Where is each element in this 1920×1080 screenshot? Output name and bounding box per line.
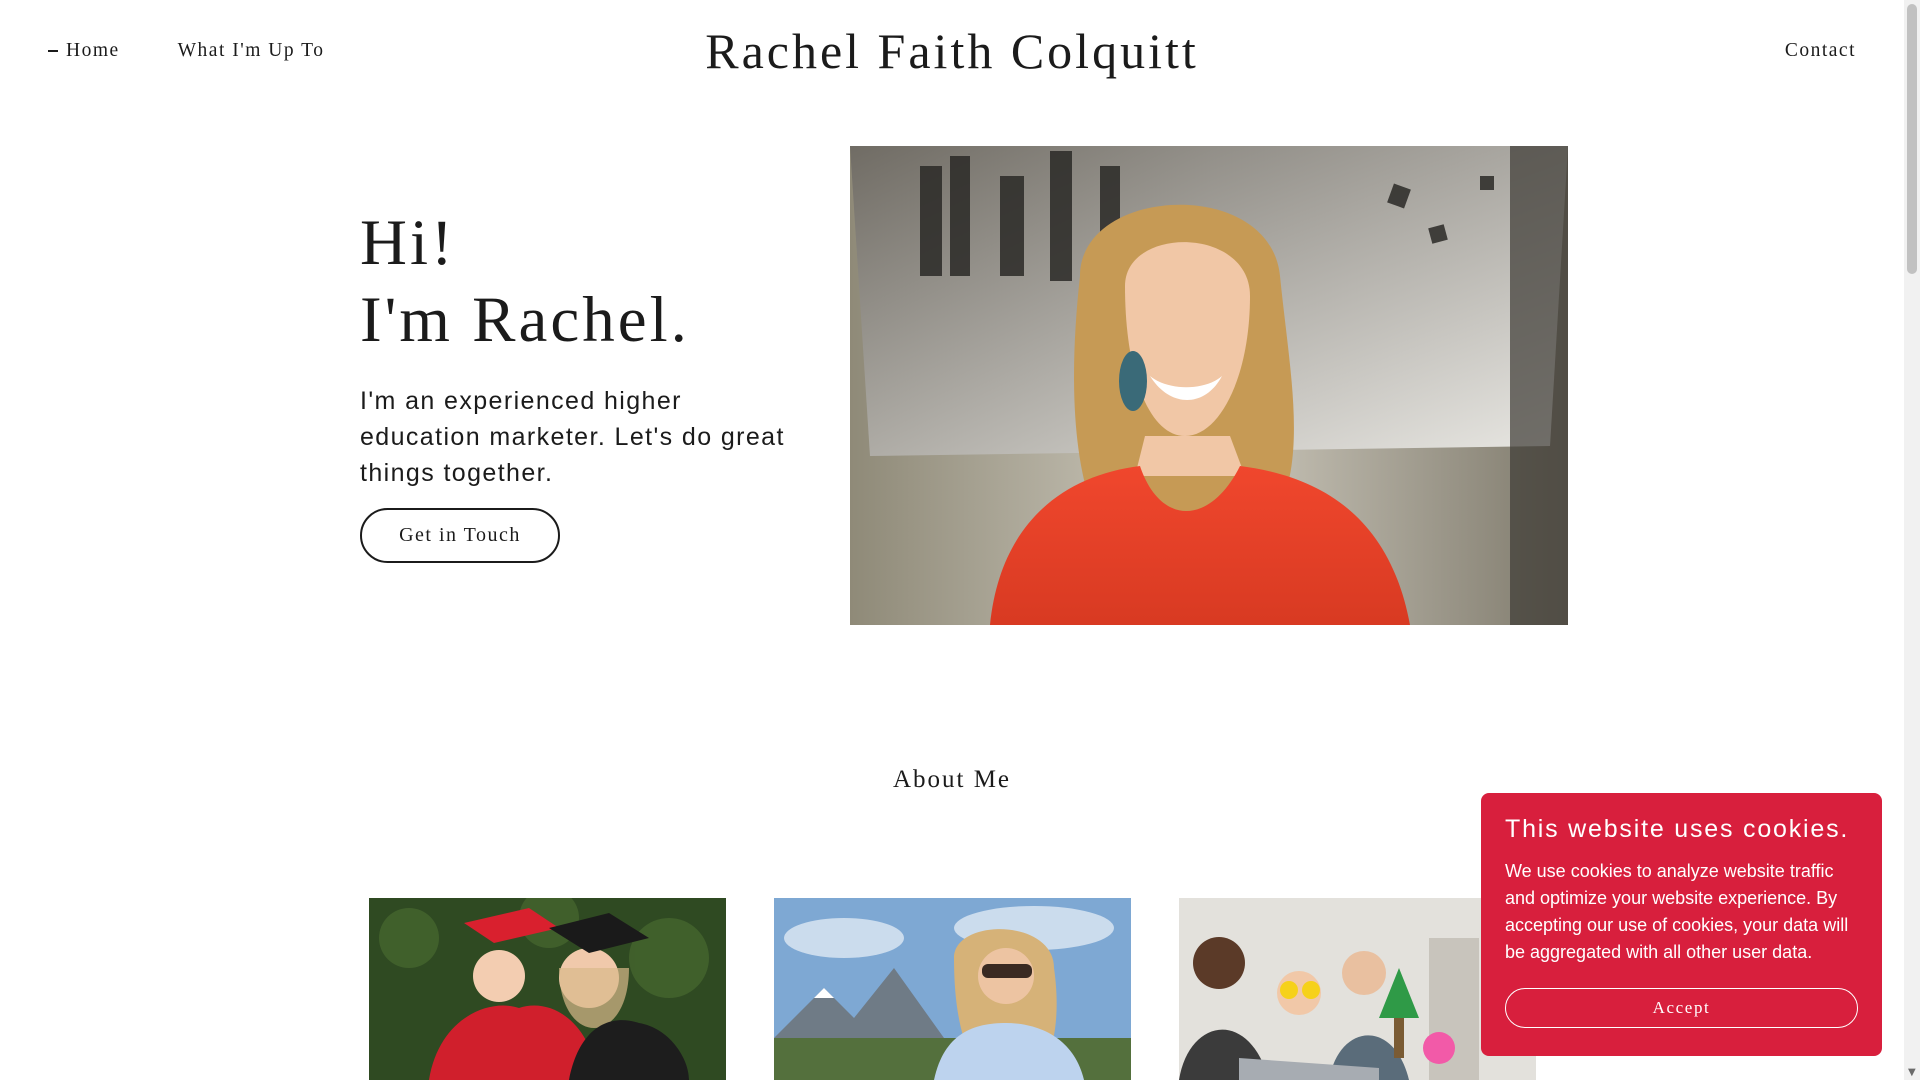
cookie-banner-title: This website uses cookies. — [1505, 815, 1850, 843]
nav-contact[interactable]: Contact — [1785, 40, 1856, 62]
accept-cookies-button[interactable]: Accept — [1505, 988, 1858, 1028]
hero-heading-line1: Hi! — [360, 207, 456, 279]
hero-heading: Hi! I'm Rachel. — [360, 205, 810, 359]
hero-text: Hi! I'm Rachel. I'm an experienced highe… — [360, 205, 810, 491]
hero-portrait-photo — [850, 146, 1568, 625]
scroll-down-arrow-icon[interactable]: ▼ — [1908, 1067, 1916, 1078]
mountain-photo — [774, 898, 1131, 1080]
hero-heading-line2: I'm Rachel. — [360, 284, 690, 356]
get-in-touch-button[interactable]: Get in Touch — [360, 508, 560, 563]
about-me-heading: About Me — [892, 766, 1012, 793]
hero-subtitle: I'm an experienced higher education mark… — [360, 387, 785, 487]
site-title[interactable]: Rachel Faith Colquitt — [0, 22, 1904, 80]
cookie-banner: This website uses cookies. We use cookie… — [1481, 793, 1882, 1056]
graduation-photo — [369, 898, 726, 1080]
site-header: Home What I'm Up To Rachel Faith Colquit… — [0, 0, 1904, 105]
cookie-banner-text: We use cookies to analyze website traffi… — [1505, 861, 1849, 962]
page-scrollbar[interactable]: ▼ — [1904, 0, 1920, 1080]
scrollbar-thumb[interactable] — [1907, 4, 1917, 274]
